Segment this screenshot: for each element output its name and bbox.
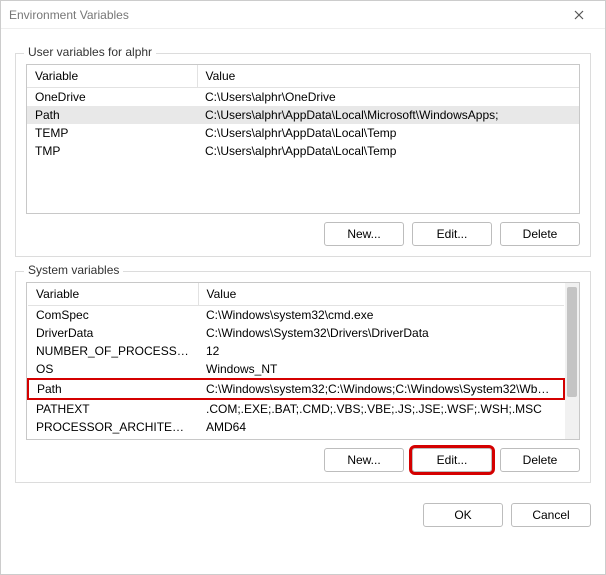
var-value: Windows_NT [198,360,564,379]
table-row[interactable]: NUMBER_OF_PROCESSORS12 [28,342,564,360]
table-row[interactable]: OneDriveC:\Users\alphr\OneDrive [27,88,579,107]
system-vars-list[interactable]: Variable Value ComSpecC:\Windows\system3… [26,282,580,440]
table-row[interactable]: TMPC:\Users\alphr\AppData\Local\Temp [27,142,579,160]
table-row[interactable]: PathC:\Windows\system32;C:\Windows;C:\Wi… [28,379,564,399]
var-value: C:\Windows\system32;C:\Windows;C:\Window… [198,379,564,399]
var-name: TMP [27,142,197,160]
table-row[interactable]: OSWindows_NT [28,360,564,379]
dialog-buttons: OK Cancel [1,489,605,527]
var-name: Path [27,106,197,124]
system-vars-label: System variables [24,263,123,277]
var-value: C:\Windows\System32\Drivers\DriverData [198,324,564,342]
titlebar: Environment Variables [1,1,605,29]
scrollbar[interactable] [565,283,579,439]
var-name: OS [28,360,198,379]
system-delete-button[interactable]: Delete [500,448,580,472]
col-variable[interactable]: Variable [28,283,198,306]
user-vars-table: Variable Value OneDriveC:\Users\alphr\On… [27,65,579,160]
user-edit-button[interactable]: Edit... [412,222,492,246]
var-name: NUMBER_OF_PROCESSORS [28,342,198,360]
table-row[interactable]: DriverDataC:\Windows\System32\Drivers\Dr… [28,324,564,342]
var-name: Path [28,379,198,399]
user-delete-button[interactable]: Delete [500,222,580,246]
table-row[interactable]: PROCESSOR_ARCHITECTUREAMD64 [28,418,564,436]
user-vars-buttons: New... Edit... Delete [26,222,580,246]
var-value: C:\Windows\system32\cmd.exe [198,306,564,325]
cancel-button[interactable]: Cancel [511,503,591,527]
system-new-button[interactable]: New... [324,448,404,472]
var-name: OneDrive [27,88,197,107]
system-vars-table: Variable Value ComSpecC:\Windows\system3… [27,283,565,436]
table-row[interactable]: PATHEXT.COM;.EXE;.BAT;.CMD;.VBS;.VBE;.JS… [28,399,564,418]
system-vars-group: System variables Variable Value ComSpecC… [15,271,591,483]
var-value: C:\Users\alphr\OneDrive [197,88,579,107]
user-new-button[interactable]: New... [324,222,404,246]
close-icon [574,10,584,20]
var-value: .COM;.EXE;.BAT;.CMD;.VBS;.VBE;.JS;.JSE;.… [198,399,564,418]
col-value[interactable]: Value [198,283,564,306]
table-row[interactable]: ComSpecC:\Windows\system32\cmd.exe [28,306,564,325]
table-row[interactable]: TEMPC:\Users\alphr\AppData\Local\Temp [27,124,579,142]
var-value: C:\Users\alphr\AppData\Local\Microsoft\W… [197,106,579,124]
scrollbar-thumb[interactable] [567,287,577,397]
user-vars-group: User variables for alphr Variable Value … [15,53,591,257]
var-name: TEMP [27,124,197,142]
ok-button[interactable]: OK [423,503,503,527]
var-name: PROCESSOR_ARCHITECTURE [28,418,198,436]
window-title: Environment Variables [9,8,129,22]
user-vars-list[interactable]: Variable Value OneDriveC:\Users\alphr\On… [26,64,580,214]
var-name: DriverData [28,324,198,342]
col-variable[interactable]: Variable [27,65,197,88]
var-value: C:\Users\alphr\AppData\Local\Temp [197,142,579,160]
close-button[interactable] [559,3,599,27]
env-vars-dialog: Environment Variables User variables for… [0,0,606,575]
var-value: C:\Users\alphr\AppData\Local\Temp [197,124,579,142]
dialog-content: User variables for alphr Variable Value … [1,29,605,489]
col-value[interactable]: Value [197,65,579,88]
system-vars-buttons: New... Edit... Delete [26,448,580,472]
user-vars-label: User variables for alphr [24,45,156,59]
table-row[interactable]: PathC:\Users\alphr\AppData\Local\Microso… [27,106,579,124]
var-name: PATHEXT [28,399,198,418]
system-edit-button[interactable]: Edit... [412,448,492,472]
var-name: ComSpec [28,306,198,325]
var-value: 12 [198,342,564,360]
var-value: AMD64 [198,418,564,436]
